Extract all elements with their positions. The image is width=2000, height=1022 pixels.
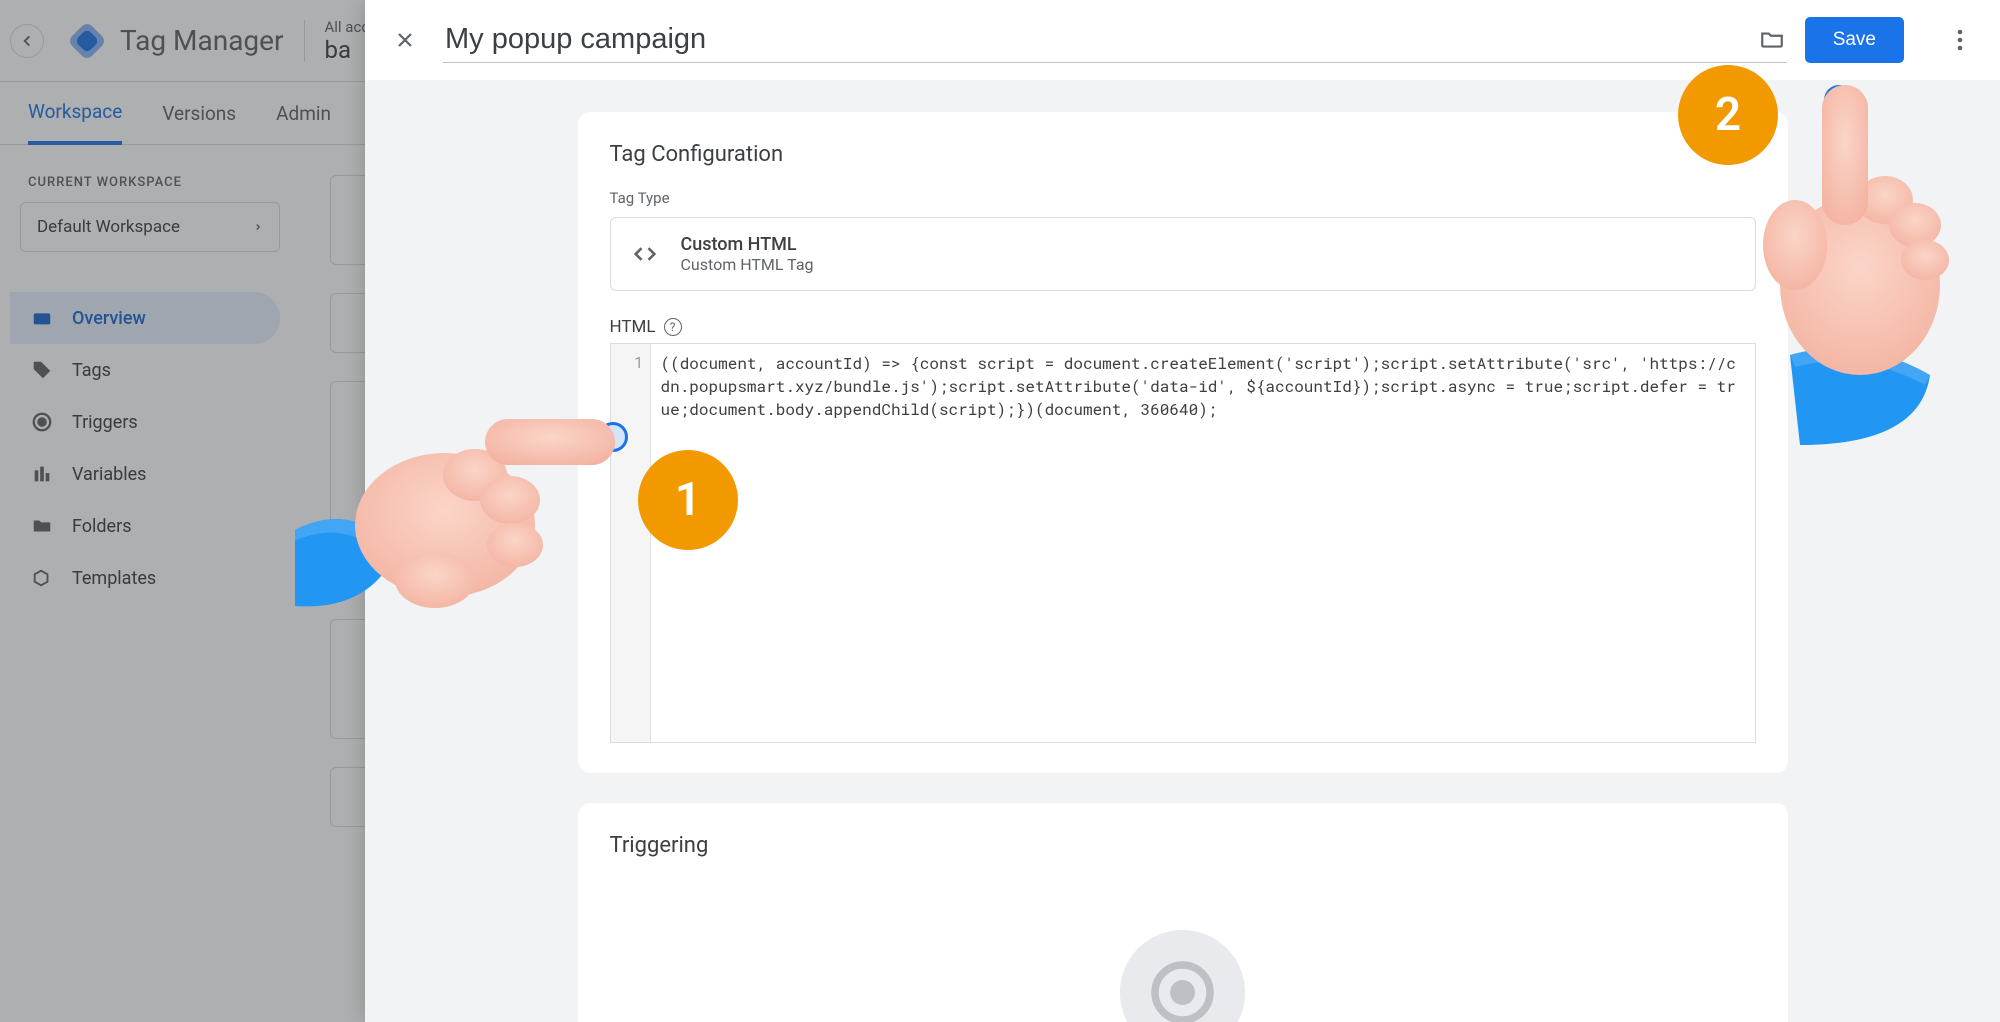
tag-type-name: Custom HTML (681, 234, 814, 255)
annotation-badge-2: 2 (1678, 65, 1778, 165)
line-gutter: 1 (611, 344, 651, 742)
folder-select-icon[interactable] (1759, 26, 1786, 54)
triggering-title: Triggering (610, 833, 1756, 858)
triggering-card[interactable]: Triggering (578, 803, 1788, 1022)
code-icon (631, 240, 659, 268)
panel-header: Save (365, 0, 2000, 80)
more-menu-button[interactable] (1940, 20, 1980, 60)
tag-type-sub: Custom HTML Tag (681, 255, 814, 274)
tag-configuration-card[interactable]: Tag Configuration Tag Type Custom HTML C… (578, 112, 1788, 773)
html-field-label: HTML (610, 317, 656, 337)
tag-name-input[interactable] (443, 17, 1749, 62)
code-content[interactable]: ((document, accountId) => {const script … (651, 344, 1755, 742)
trigger-placeholder-icon (1120, 930, 1245, 1022)
triggering-empty-state (610, 880, 1756, 1022)
panel-body: Tag Configuration Tag Type Custom HTML C… (365, 80, 2000, 1022)
annotation-badge-1: 1 (638, 450, 738, 550)
annotation-pointer-2 (1824, 85, 1854, 115)
close-button[interactable] (385, 20, 425, 60)
tag-type-selector[interactable]: Custom HTML Custom HTML Tag (610, 217, 1756, 291)
tag-type-label: Tag Type (610, 189, 1756, 207)
help-icon[interactable]: ? (664, 318, 682, 336)
annotation-pointer-1 (598, 422, 628, 452)
tag-configuration-title: Tag Configuration (610, 142, 1756, 167)
html-code-editor[interactable]: 1 ((document, accountId) => {const scrip… (610, 343, 1756, 743)
save-button[interactable]: Save (1805, 17, 1904, 63)
